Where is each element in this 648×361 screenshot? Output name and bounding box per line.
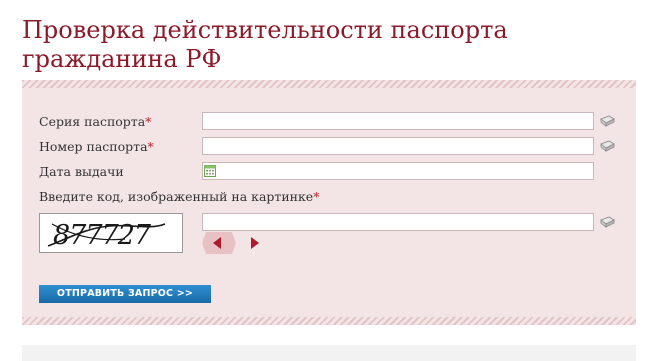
stripe-divider-top [22, 80, 636, 88]
date-input[interactable] [202, 162, 594, 180]
series-label-text: Серия паспорта [39, 114, 146, 129]
captcha-input[interactable] [202, 213, 594, 231]
page-title-line1: Проверка действительности паспорта [22, 16, 508, 44]
page-title-line2: гражданина РФ [22, 45, 222, 73]
footer-panel [22, 345, 636, 361]
required-mark: * [147, 139, 154, 154]
arrow-left-icon[interactable] [202, 232, 236, 254]
page-title: Проверка действительности паспорта гражд… [22, 16, 622, 74]
keyboard-icon[interactable] [599, 216, 615, 228]
date-label: Дата выдачи [39, 164, 124, 179]
date-label-text: Дата выдачи [39, 164, 124, 179]
calendar-icon[interactable] [204, 165, 216, 177]
number-label: Номер паспорта* [39, 139, 154, 154]
keyboard-icon[interactable] [599, 115, 615, 127]
series-label: Серия паспорта* [39, 114, 151, 129]
submit-button[interactable]: ОТПРАВИТЬ ЗАПРОС >> [39, 285, 211, 303]
required-mark: * [145, 114, 152, 129]
captcha-label-text: Введите код, изображенный на картинке [39, 189, 314, 204]
required-mark: * [313, 189, 320, 204]
series-input[interactable] [202, 112, 594, 130]
stripe-divider-bottom [22, 317, 636, 325]
captcha-image: 877727 [39, 213, 183, 253]
passport-form: Серия паспорта* Номер паспорта* Дата выд… [22, 80, 636, 325]
number-input[interactable] [202, 137, 594, 155]
captcha-text: 877727 [53, 220, 152, 251]
captcha-label: Введите код, изображенный на картинке* [39, 189, 319, 204]
arrow-right-icon[interactable] [251, 237, 259, 249]
keyboard-icon[interactable] [599, 140, 615, 152]
number-label-text: Номер паспорта [39, 139, 148, 154]
